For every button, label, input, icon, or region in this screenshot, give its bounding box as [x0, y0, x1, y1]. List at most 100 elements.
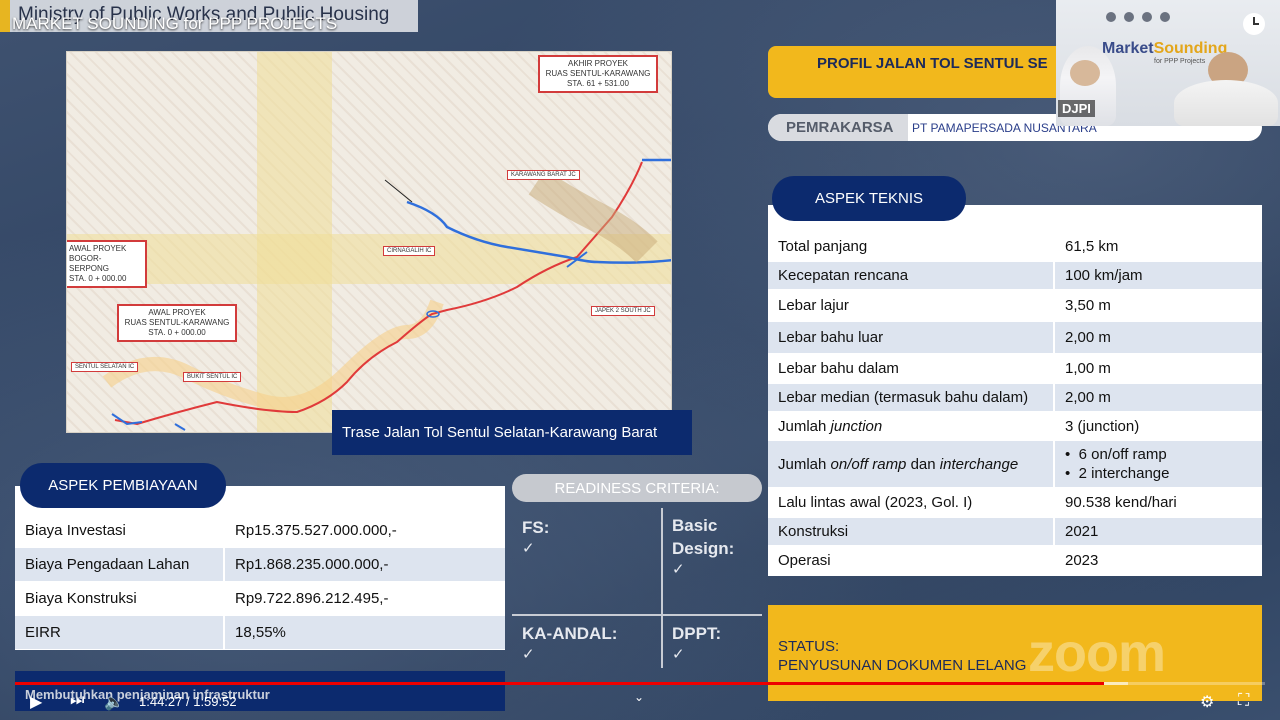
row-label: Biaya Investasi — [15, 514, 225, 547]
akhir-line-2: RUAS SENTUL-KARAWANG — [545, 69, 651, 78]
row-value: 90.538 kend/hari — [1065, 494, 1177, 511]
table-row: Kecepatan rencana 100 km/jam — [768, 262, 1262, 291]
row-label: Kecepatan rencana — [768, 262, 1055, 289]
row-label: Lebar median (termasuk bahu dalam) — [768, 384, 1055, 411]
row-label: Biaya Konstruksi — [15, 582, 225, 615]
row-label: Lebar bahu luar — [768, 322, 1055, 353]
row-value: 2023 — [1065, 552, 1099, 569]
label-italic: junction — [830, 417, 883, 435]
label-text: Jumlah — [778, 455, 827, 473]
row-value: Rp9.722.896.212.495,- — [235, 590, 389, 607]
person-left-face — [1070, 60, 1100, 86]
label-sentul-selatan: SENTUL SELATAN IC — [71, 362, 139, 372]
sentul-line-3: STA. 0 + 000.00 — [148, 328, 206, 337]
logo-subtitle: for PPP Projects — [1154, 58, 1206, 65]
bullet-text: 6 on/off ramp — [1078, 446, 1167, 463]
next-icon[interactable]: ⏭ — [70, 692, 84, 710]
label-text: dan — [910, 455, 936, 473]
status-value: PENYUSUNAN DOKUMEN LELANG — [778, 657, 1027, 674]
bullet-item: • 2 interchange — [1065, 465, 1170, 482]
profil-title: PROFIL JALAN TOL SENTUL SE — [768, 46, 1068, 98]
table-row: Jumlah on/off ramp dan interchange • 6 o… — [768, 441, 1262, 489]
bogor-line-1: AWAL PROYEK — [69, 244, 127, 253]
table-row: EIRR 18,55% — [15, 616, 505, 650]
label-text: Jumlah — [778, 417, 827, 435]
progress-played[interactable] — [15, 682, 1104, 685]
check-icon: ✓ — [672, 646, 685, 663]
label-italic: on/off ramp — [830, 455, 907, 473]
bottom-banner: Membutuhkan penjaminan infrastruktur — [15, 671, 505, 711]
table-row: Lebar median (termasuk bahu dalam) 2,00 … — [768, 384, 1262, 413]
table-row: Biaya Pengadaan Lahan Rp1.868.235.000.00… — [15, 548, 505, 582]
readiness-label: DPPT: — [672, 624, 722, 643]
bullet-text: 2 interchange — [1078, 465, 1170, 482]
status-box: STATUS: PENYUSUNAN DOKUMEN LELANG — [768, 605, 1262, 701]
table-row: Lebar bahu dalam 1,00 m — [768, 355, 1262, 384]
ministry-accent — [0, 0, 10, 32]
table-row: Lalu lintas awal (2023, Gol. I) 90.538 k… — [768, 489, 1262, 518]
row-label: Lalu lintas awal (2023, Gol. I) — [768, 489, 1055, 516]
row-value: 61,5 km — [1065, 238, 1119, 255]
row-label: Jumlah junction — [768, 413, 1055, 439]
fullscreen-icon[interactable]: ⛶ — [1238, 692, 1249, 710]
settings-icon[interactable]: ⚙ — [1200, 692, 1214, 712]
label-italic: interchange — [939, 455, 1019, 473]
readiness-title: READINESS CRITERIA: — [512, 474, 762, 502]
readiness-basic-design: Basic Design: ✓ — [672, 514, 734, 578]
readiness-label: FS: — [522, 518, 550, 537]
row-label: Operasi — [768, 547, 1055, 574]
check-icon: ✓ — [522, 646, 535, 663]
logo-icon — [1142, 12, 1152, 22]
readiness-label: KA-ANDAL: — [522, 624, 618, 643]
table-row: Konstruksi 2021 — [768, 518, 1262, 547]
row-value: 2021 — [1065, 523, 1099, 540]
status-label: STATUS: — [778, 638, 840, 655]
label-cirinagalih: CIRNAGALIH IC — [383, 246, 436, 256]
table-row: Lebar bahu luar 2,00 m — [768, 322, 1262, 355]
akhir-line-1: AKHIR PROYEK — [567, 59, 628, 68]
clock-icon[interactable] — [1243, 13, 1265, 35]
table-row: Biaya Investasi Rp15.375.527.000.000,- — [15, 514, 505, 548]
readiness-divider-h — [512, 614, 762, 616]
play-icon[interactable]: ▶ — [30, 692, 42, 712]
bogor-line-3: STA. 0 + 000.00 — [69, 274, 127, 283]
video-title[interactable]: MARKET SOUNDING for PPP PROJECTS — [12, 14, 337, 34]
volume-icon[interactable]: 🔈 — [104, 692, 124, 712]
bullet-item: • 6 on/off ramp — [1065, 446, 1167, 463]
row-value: 3,50 m — [1065, 297, 1111, 314]
map-caption: Trase Jalan Tol Sentul Selatan-Karawang … — [332, 410, 692, 455]
logo-icon — [1124, 12, 1134, 22]
akhir-line-3: STA. 61 + 531.00 — [567, 79, 629, 88]
sentul-line-1: AWAL PROYEK — [148, 308, 206, 317]
logo-icon — [1106, 12, 1116, 22]
pembiayaan-rows: Biaya Investasi Rp15.375.527.000.000,- B… — [15, 514, 505, 650]
label-bukit-sentul: BUKIT SENTUL IC — [183, 372, 242, 382]
logo-icon — [1160, 12, 1170, 22]
readiness-label: Basic — [672, 516, 718, 535]
row-value: 2,00 m — [1065, 389, 1111, 406]
label-awal-bogor: AWAL PROYEK BOGOR-SERPONG STA. 0 + 000.0… — [67, 240, 147, 288]
readiness-fs: FS: ✓ — [522, 516, 549, 557]
pembiayaan-title: ASPEK PEMBIAYAAN — [20, 463, 226, 508]
row-value: 1,00 m — [1065, 360, 1111, 377]
market-sounding-logo: MarketSounding — [1102, 40, 1227, 58]
sponsor-logos — [1106, 12, 1170, 22]
table-row: Biaya Konstruksi Rp9.722.896.212.495,- — [15, 582, 505, 616]
row-label: Jumlah on/off ramp dan interchange — [768, 441, 1055, 487]
sentul-line-2: RUAS SENTUL-KARAWANG — [124, 318, 230, 327]
chevron-down-icon[interactable]: ⌄ — [634, 690, 644, 704]
readiness-dppt: DPPT: ✓ — [672, 622, 721, 663]
teknis-table: Total panjang 61,5 km Kecepatan rencana … — [768, 205, 1262, 576]
pembiayaan-table: Biaya Investasi Rp15.375.527.000.000,- B… — [15, 486, 505, 650]
label-awal-sentul: AWAL PROYEK RUAS SENTUL-KARAWANG STA. 0 … — [117, 304, 237, 342]
readiness-kaandal: KA-ANDAL: ✓ — [522, 622, 617, 663]
participant-name: DJPI — [1058, 100, 1095, 117]
row-label: Konstruksi — [768, 518, 1055, 545]
readiness-divider-v — [661, 508, 663, 668]
row-label: Biaya Pengadaan Lahan — [15, 548, 225, 581]
label-karawang-barat: KARAWANG BARAT JC — [507, 170, 580, 180]
teknis-rows: Total panjang 61,5 km Kecepatan rencana … — [768, 233, 1262, 576]
row-value: 2,00 m — [1065, 329, 1111, 346]
zoom-watermark: zoom — [1028, 623, 1166, 683]
row-label: Lebar lajur — [768, 291, 1055, 320]
